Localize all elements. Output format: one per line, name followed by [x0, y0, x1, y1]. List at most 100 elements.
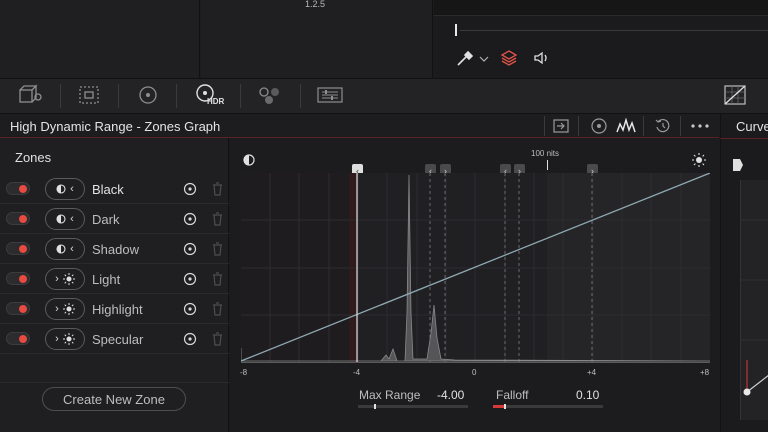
zone-mode-button[interactable]: ‹ [45, 178, 85, 200]
chevron-right-icon: › [55, 333, 59, 345]
zone-enable-toggle[interactable] [6, 302, 30, 315]
zone-mode-button[interactable]: ‹ [45, 208, 85, 230]
nits-marker-tick [547, 160, 548, 170]
axis-tick-label: +4 [587, 368, 597, 377]
zone-label: Black [92, 182, 124, 197]
chevron-down-icon[interactable] [479, 53, 489, 63]
falloff-value[interactable]: 0.10 [576, 388, 599, 402]
chevron-right-icon: › [55, 273, 59, 285]
chevron-left-icon: ‹ [70, 243, 74, 255]
zone-label: Highlight [92, 302, 143, 317]
zone-row-black[interactable]: ‹ Black [0, 174, 229, 204]
header-divider [643, 116, 644, 136]
zone-enable-toggle[interactable] [6, 182, 30, 195]
zone-row-shadow[interactable]: ‹ Shadow [0, 234, 229, 264]
trash-icon[interactable] [212, 272, 223, 286]
max-range-label: Max Range [359, 388, 421, 402]
version-label: 1.2.5 [305, 0, 326, 9]
sun-icon [62, 303, 75, 315]
export-icon[interactable] [551, 116, 571, 136]
sliders-icon[interactable] [316, 84, 344, 106]
color-dots-icon[interactable] [256, 84, 284, 106]
toolbar-divider [300, 84, 301, 108]
hdr-icon[interactable]: HDR [194, 84, 224, 106]
create-new-zone-button[interactable]: Create New Zone [42, 387, 186, 411]
zone-label: Dark [92, 212, 120, 227]
target-icon[interactable] [183, 212, 197, 226]
zone-mode-button[interactable]: › [45, 268, 85, 290]
zone-label: Specular [92, 332, 144, 347]
layers-icon[interactable] [500, 49, 518, 67]
header-divider [544, 116, 545, 136]
playhead[interactable] [455, 24, 457, 36]
zones-title: Zones [15, 150, 52, 165]
target-icon[interactable] [183, 182, 197, 196]
eyedropper-icon[interactable] [455, 49, 475, 67]
falloff-slider-fill [493, 405, 504, 408]
circle-target-icon[interactable] [136, 84, 160, 106]
sun-icon [62, 273, 75, 285]
zone-mode-button[interactable]: ‹ [45, 238, 85, 260]
zone-mode-button[interactable]: › [45, 298, 85, 320]
target-icon[interactable] [183, 272, 197, 286]
toolbar-divider [240, 84, 241, 108]
toolbar-divider [176, 84, 177, 108]
target-mode-icon[interactable] [589, 116, 609, 136]
chevron-right-icon: › [55, 303, 59, 315]
sun-icon [62, 333, 75, 345]
zone-mode-button[interactable]: › [45, 328, 85, 350]
zones-footer-divider [0, 382, 229, 383]
axis-tick-label: -8 [240, 368, 248, 377]
curve-pointer-icon[interactable] [732, 158, 744, 172]
target-icon[interactable] [183, 242, 197, 256]
max-range-value[interactable]: -4.00 [437, 388, 464, 402]
dark-mode-icon [56, 184, 66, 194]
zones-graph[interactable] [241, 173, 710, 363]
toolbar-divider [118, 84, 119, 108]
grid-select-icon[interactable] [76, 84, 102, 106]
timeline-scrubber[interactable] [460, 30, 768, 31]
chevron-left-icon: ‹ [70, 183, 74, 195]
trash-icon[interactable] [212, 182, 223, 196]
zone-label: Light [92, 272, 121, 287]
zone-row-dark[interactable]: ‹ Dark [0, 204, 229, 234]
exposure-icon[interactable] [243, 154, 255, 166]
header-divider [680, 116, 681, 136]
target-icon[interactable] [183, 332, 197, 346]
trash-icon[interactable] [212, 242, 223, 256]
curves-header-underline [720, 138, 768, 139]
histogram-icon[interactable] [616, 116, 636, 136]
target-icon[interactable] [183, 302, 197, 316]
zone-enable-toggle[interactable] [6, 272, 30, 285]
dark-mode-icon [56, 214, 66, 224]
trash-icon[interactable] [212, 212, 223, 226]
top-left-panel [0, 0, 200, 78]
zone-enable-toggle[interactable] [6, 242, 30, 255]
speaker-icon[interactable] [532, 49, 552, 67]
axis-tick-label: 0 [472, 368, 477, 377]
more-options-icon[interactable] [690, 116, 710, 136]
falloff-label: Falloff [496, 388, 529, 402]
sun-icon[interactable] [692, 153, 706, 167]
zone-row-specular[interactable]: › Specular [0, 324, 229, 354]
curves-graph[interactable] [740, 180, 768, 420]
max-range-slider-thumb[interactable] [374, 404, 376, 409]
zone-row-light[interactable]: › Light [0, 264, 229, 294]
falloff-slider[interactable] [493, 405, 603, 408]
trash-icon[interactable] [212, 332, 223, 346]
tools-toolbar [0, 78, 768, 114]
chevron-left-icon: ‹ [70, 213, 74, 225]
panel-title: High Dynamic Range - Zones Graph [10, 119, 221, 134]
zone-row-highlight[interactable]: › Highlight [0, 294, 229, 324]
camera-raw-icon[interactable] [16, 84, 44, 106]
nits-marker-label: 100 nits [531, 149, 560, 158]
falloff-slider-thumb[interactable] [504, 404, 506, 409]
top-middle-panel [201, 0, 433, 78]
reset-icon[interactable] [653, 116, 673, 136]
zone-enable-toggle[interactable] [6, 212, 30, 225]
curves-grid-icon[interactable] [722, 84, 748, 106]
zone-label: Shadow [92, 242, 139, 257]
zone-enable-toggle[interactable] [6, 332, 30, 345]
dark-mode-icon [56, 244, 66, 254]
trash-icon[interactable] [212, 302, 223, 316]
